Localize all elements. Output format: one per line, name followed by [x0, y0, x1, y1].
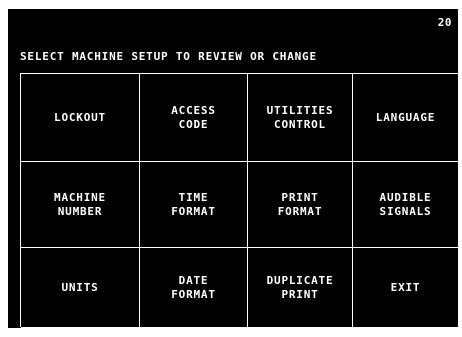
language-label: LANGUAGE	[375, 110, 436, 124]
utilities-control-label: UTILITIES CONTROL	[266, 103, 334, 131]
print-format-label: PRINT FORMAT	[277, 190, 323, 218]
units-label: UNITS	[61, 280, 99, 294]
audible-signals-label: AUDIBLE SIGNALS	[379, 190, 432, 218]
audible-signals-button[interactable]: AUDIBLE SIGNALS	[353, 162, 459, 248]
exit-label: EXIT	[390, 280, 421, 294]
screen-number: 20	[437, 16, 452, 29]
language-button[interactable]: LANGUAGE	[353, 74, 459, 162]
time-format-label: TIME FORMAT	[171, 190, 216, 218]
duplicate-print-label: DUPLICATE PRINT	[266, 273, 334, 301]
machine-number-button[interactable]: MACHINE NUMBER	[21, 162, 140, 248]
lockout-label: LOCKOUT	[54, 110, 106, 124]
lockout-button[interactable]: LOCKOUT	[21, 74, 140, 162]
time-format-button[interactable]: TIME FORMAT	[140, 162, 248, 248]
units-button[interactable]: UNITS	[21, 248, 140, 328]
date-format-button[interactable]: DATE FORMAT	[140, 248, 248, 328]
setup-prompt: SELECT MACHINE SETUP TO REVIEW OR CHANGE	[20, 50, 317, 63]
print-format-button[interactable]: PRINT FORMAT	[248, 162, 353, 248]
date-format-label: DATE FORMAT	[171, 273, 216, 301]
access-code-button[interactable]: ACCESS CODE	[140, 74, 248, 162]
access-code-label: ACCESS CODE	[171, 103, 216, 131]
utilities-control-button[interactable]: UTILITIES CONTROL	[248, 74, 353, 162]
exit-button[interactable]: EXIT	[353, 248, 459, 328]
duplicate-print-button[interactable]: DUPLICATE PRINT	[248, 248, 353, 328]
machine-number-label: MACHINE NUMBER	[54, 190, 106, 218]
setup-screen: 20 SELECT MACHINE SETUP TO REVIEW OR CHA…	[8, 9, 459, 328]
setup-menu-grid: LOCKOUT ACCESS CODE UTILITIES CONTROL LA…	[20, 73, 459, 328]
